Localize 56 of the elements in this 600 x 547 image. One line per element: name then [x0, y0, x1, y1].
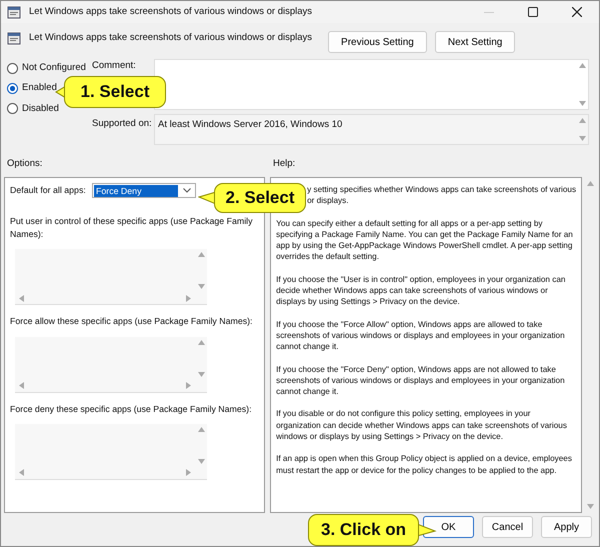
nav-button[interactable]: Next Setting — [434, 31, 516, 53]
scroll-right-icon — [186, 469, 191, 476]
help-text: If an app is open when this Group Policy object is applied on a device, employees must restart the app or device for the policy changes to be applied to the app. — [276, 454, 572, 475]
scroll-up-icon — [198, 252, 204, 258]
list-label: Force allow these specific apps (use Package Family Names): — [10, 315, 254, 328]
help-label: Help: — [273, 156, 296, 171]
supported-on-value: At least Windows Server 2016, Windows 10 — [158, 118, 342, 132]
policy-icon — [7, 31, 21, 45]
help-text: y setting specifies whether Windows apps can take screenshots of various — [307, 184, 576, 196]
help-text: If you choose the "Force Allow" option, Windows apps are allowed to take screenshots of various windows or displays and employees in your organization cannot change it. — [276, 320, 565, 352]
window-title: Let Windows apps take screenshots of various windows or displays — [29, 4, 314, 19]
scroll-up-icon — [198, 426, 204, 432]
scroll-left-icon — [19, 382, 24, 390]
scroll-down-icon — [198, 372, 204, 377]
scroll-down-icon — [198, 284, 204, 290]
help-text: If you disable or do not configure this policy setting, employees in your organization can decide whether Windows apps can take screenshots of various windows or displays by using Settings > Privacy on the device. — [276, 409, 567, 442]
policy-title: Let Windows apps take screenshots of various windows or displays — [29, 31, 312, 45]
list-label: Force deny these specific apps (use Package Family Names): — [10, 402, 253, 416]
dialog-button[interactable]: Apply — [541, 516, 592, 538]
app-list-field[interactable] — [15, 336, 207, 393]
scroll-up-icon — [578, 118, 586, 123]
app-list-field[interactable] — [15, 249, 207, 306]
help-text: or displays. — [307, 195, 350, 207]
scroll-down-icon — [578, 101, 586, 106]
help-text: If you choose the "User is in control" option, employees in your organization can decide whether Windows apps can take screenshots of various windows or displays by using Settings > Privacy on the device. — [276, 274, 566, 306]
radio-option[interactable]: Not Configured — [7, 61, 92, 76]
scroll-up-icon — [587, 181, 594, 186]
scroll-down-icon — [578, 136, 586, 141]
chevron-down-icon — [183, 188, 191, 193]
nav-button[interactable]: Previous Setting — [328, 31, 427, 53]
scroll-left-icon — [19, 294, 24, 302]
close-icon — [572, 7, 582, 17]
help-text: You can specify either a default setting for all apps or a per-app setting by specifying a Package Family Name. You can get the Package Family Name for an app by using the Get-AppPackage Windows PowerShell cmdlet. A per-app setting overrides the default setting. — [276, 218, 573, 262]
dialog-button[interactable]: OK — [423, 516, 474, 538]
scroll-down-icon — [587, 504, 594, 509]
scroll-right-icon — [186, 294, 191, 302]
scroll-down-icon — [198, 458, 204, 464]
comment-field[interactable] — [154, 59, 589, 110]
dialog-button[interactable]: Cancel — [482, 516, 533, 538]
list-label: Put user in control of these specific apps (use Package Family Names): — [10, 215, 254, 242]
supported-on-label: Supported on: — [92, 117, 153, 132]
scroll-left-icon — [19, 469, 24, 476]
app-list-field[interactable] — [15, 424, 207, 480]
callout-label: 2. Select — [214, 183, 306, 213]
scroll-right-icon — [186, 382, 191, 390]
comment-label: Comment: — [92, 59, 137, 73]
callout-label: 3. Click on — [308, 514, 419, 546]
options-label: Options: — [7, 156, 44, 171]
policy-icon — [7, 5, 21, 19]
maximize-icon — [528, 7, 538, 17]
help-text: If you choose the "Force Deny" option, Windows apps are not allowed to take screenshots of various windows or displays and employees in your organization cannot change it. — [276, 364, 565, 396]
scroll-up-icon — [578, 63, 586, 68]
scroll-up-icon — [198, 340, 204, 345]
default-apps-dropdown[interactable]: Force Deny — [92, 183, 196, 198]
callout-label: 1. Select — [64, 76, 166, 108]
default-apps-label: Default for all apps: — [10, 184, 87, 197]
